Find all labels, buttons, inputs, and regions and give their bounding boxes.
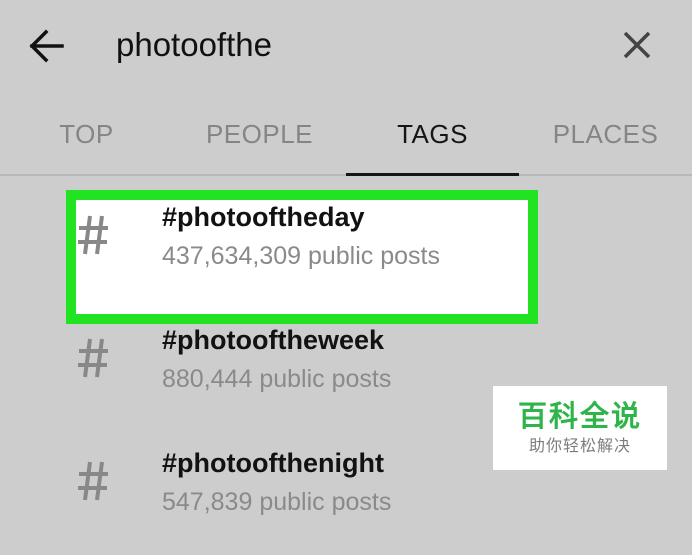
search-bar — [0, 0, 692, 92]
clear-search-button[interactable] — [614, 22, 660, 68]
back-button[interactable] — [24, 24, 68, 68]
arrow-left-icon — [29, 29, 64, 63]
tag-name: #photooftheweek — [162, 325, 385, 355]
hashtag-icon — [78, 215, 108, 255]
tag-post-count: 437,634,309 public posts — [162, 242, 440, 270]
tag-results-list: #photooftheday 437,634,309 public posts … — [0, 186, 692, 555]
watermark-title: 百科全说 — [517, 399, 642, 433]
search-input[interactable] — [116, 22, 596, 68]
tag-name: #photoofthenight — [162, 448, 384, 478]
tag-result-photooftheday[interactable]: #photooftheday 437,634,309 public posts — [0, 186, 692, 324]
tab-places[interactable]: PLACES — [519, 92, 692, 174]
watermark-subtitle: 助你轻松解决 — [528, 436, 631, 455]
tag-post-count: 880,444 public posts — [162, 365, 392, 393]
search-tabs: TOP PEOPLE TAGS PLACES — [0, 92, 692, 176]
tag-post-count: 547,839 public posts — [162, 488, 392, 516]
tag-name: #photooftheday — [162, 202, 365, 232]
close-icon — [623, 31, 651, 59]
tab-people[interactable]: PEOPLE — [173, 92, 346, 174]
watermark-logo: 百科全说 助你轻松解决 — [493, 386, 667, 470]
hashtag-icon — [78, 461, 108, 501]
tab-tags[interactable]: TAGS — [346, 92, 519, 176]
tab-top[interactable]: TOP — [0, 92, 173, 174]
hashtag-icon — [78, 338, 108, 378]
